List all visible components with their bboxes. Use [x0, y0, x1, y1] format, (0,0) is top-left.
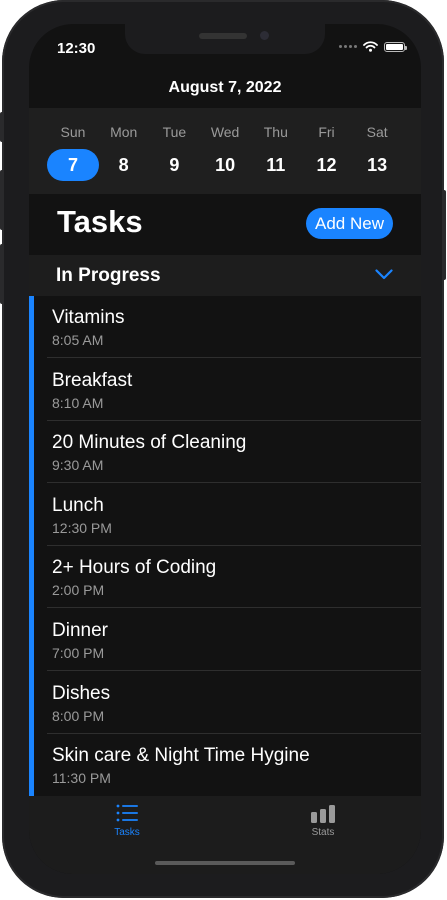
- status-time: 12:30: [57, 40, 96, 57]
- section-title: In Progress: [56, 265, 161, 286]
- header-date: August 7, 2022: [168, 79, 282, 96]
- task-row[interactable]: Vitamins 8:05 AM: [29, 296, 421, 358]
- task-time: 8:05 AM: [52, 332, 104, 348]
- weekday-label: Fri: [318, 124, 335, 140]
- weekday-label: Mon: [110, 124, 138, 140]
- front-camera: [260, 31, 269, 40]
- weekday-label: Wed: [210, 124, 240, 140]
- weekday-label: Tue: [162, 124, 187, 140]
- tab-tasks-label: Tasks: [114, 827, 140, 838]
- tab-stats-label: Stats: [311, 827, 335, 838]
- task-row[interactable]: Dinner 7:00 PM: [29, 609, 421, 671]
- task-name: Dinner: [52, 620, 108, 641]
- weekday-label: Sun: [60, 124, 86, 140]
- add-new-button[interactable]: Add New: [306, 208, 393, 239]
- task-row[interactable]: 2+ Hours of Coding 2:00 PM: [29, 546, 421, 609]
- calendar-day[interactable]: Thu 11: [250, 108, 302, 181]
- task-time: 7:00 PM: [52, 645, 105, 661]
- task-row[interactable]: Lunch 12:30 PM: [29, 484, 421, 546]
- tab-tasks[interactable]: Tasks: [97, 804, 157, 838]
- task-name: Lunch: [52, 494, 104, 516]
- day-number[interactable]: 11: [250, 149, 302, 181]
- week-calendar: Sun 7 Mon 8 Tue 9 Wed 10 Thu 11 Fri 12 Sat 13: [29, 108, 421, 194]
- battery-icon: [384, 41, 407, 52]
- task-name: 20 Minutes of Cleaning: [52, 432, 247, 454]
- task-time: 2:00 PM: [52, 582, 105, 599]
- tab-stats[interactable]: Stats: [293, 804, 353, 838]
- speaker: [199, 33, 247, 39]
- home-indicator: [155, 861, 295, 865]
- task-time: 12:30 PM: [52, 519, 112, 536]
- in-progress-section-header[interactable]: In Progress: [29, 255, 421, 296]
- day-number[interactable]: 12: [301, 149, 353, 181]
- task-row[interactable]: Skin care & Night Time Hygine 11:30 PM: [29, 734, 421, 796]
- task-time: 9:30 AM: [52, 457, 104, 474]
- calendar-day[interactable]: Sun 7: [47, 108, 99, 181]
- day-number[interactable]: 13: [351, 149, 403, 181]
- task-time: 8:10 AM: [52, 394, 104, 411]
- calendar-day[interactable]: Mon 8: [98, 108, 150, 181]
- calendar-day[interactable]: Sat 13: [351, 108, 403, 181]
- tab-bar: Tasks Stats: [29, 796, 421, 874]
- task-name: Skin care & Night Time Hygine: [52, 745, 310, 767]
- page-title: Tasks: [57, 204, 143, 239]
- mute-switch: [0, 112, 4, 142]
- task-list: Vitamins 8:05 AM Breakfast 8:10 AM 20 Minute…: [29, 296, 421, 796]
- calendar-day[interactable]: Wed 10: [199, 108, 251, 181]
- task-name: Vitamins: [52, 307, 125, 328]
- calendar-day[interactable]: Tue 9: [148, 108, 200, 181]
- power-button: [442, 190, 446, 280]
- calendar-day[interactable]: Fri 12: [301, 108, 353, 181]
- weekday-label: Sat: [366, 124, 388, 140]
- task-row[interactable]: Dishes 8:00 PM: [29, 672, 421, 734]
- weekday-label: Thu: [263, 124, 288, 140]
- day-number[interactable]: 8: [98, 149, 150, 181]
- signal-icon: [339, 45, 357, 48]
- day-number[interactable]: 10: [199, 149, 251, 181]
- task-row[interactable]: 20 Minutes of Cleaning 9:30 AM: [29, 421, 421, 484]
- task-row[interactable]: Breakfast 8:10 AM: [29, 359, 421, 421]
- task-name: Dishes: [52, 682, 111, 704]
- volume-up-button: [0, 170, 4, 230]
- task-time: 11:30 PM: [52, 770, 111, 787]
- wifi-icon: [363, 41, 378, 52]
- day-number[interactable]: 9: [148, 149, 200, 181]
- bar-chart-icon: [311, 805, 335, 823]
- screen: 12:30 August 7, 2022 Sun 7 Mon 8 Tue 9 Wed 10 Th…: [29, 24, 421, 874]
- phone-frame: 12:30 August 7, 2022 Sun 7 Mon 8 Tue 9 Wed 10 Th…: [0, 0, 446, 898]
- volume-down-button: [0, 244, 4, 304]
- task-time: 8:00 PM: [52, 707, 105, 724]
- notch: [125, 24, 325, 54]
- list-icon: [116, 804, 138, 822]
- status-icons: [339, 41, 407, 52]
- day-number[interactable]: 7: [47, 149, 99, 181]
- task-name: 2+ Hours of Coding: [52, 557, 217, 579]
- chevron-down-icon[interactable]: [375, 269, 393, 280]
- task-name: Breakfast: [52, 369, 133, 391]
